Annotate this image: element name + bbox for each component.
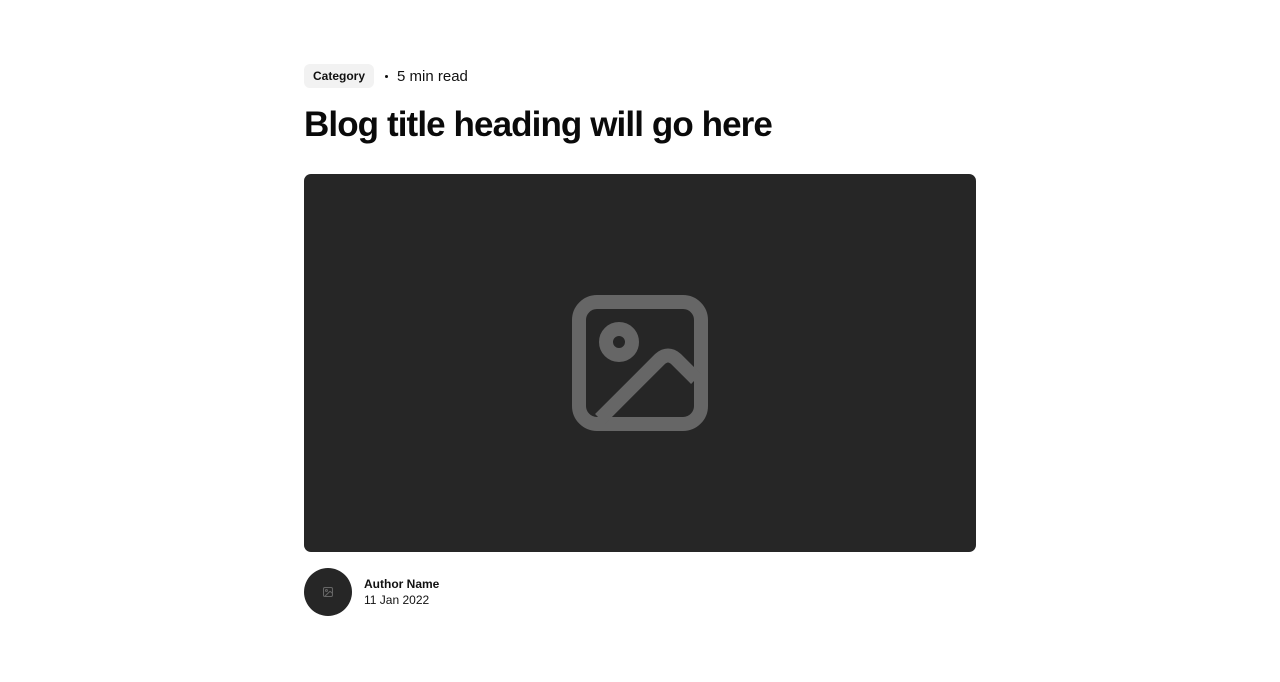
category-badge[interactable]: Category (304, 64, 375, 88)
blog-post-header: Category 5 min read Blog title heading w… (304, 64, 976, 616)
hero-image (304, 174, 976, 552)
image-placeholder-icon (572, 295, 708, 431)
image-placeholder-icon (323, 587, 333, 597)
post-meta: Category 5 min read (304, 64, 976, 88)
author-name[interactable]: Author Name (364, 576, 439, 592)
post-title: Blog title heading will go here (304, 105, 773, 144)
author-row: Author Name 11 Jan 2022 (304, 568, 976, 616)
avatar[interactable] (304, 568, 352, 616)
read-time: 5 min read (397, 67, 468, 85)
post-date: 11 Jan 2022 (364, 593, 430, 607)
author-info: Author Name 11 Jan 2022 (364, 576, 439, 608)
separator-dot (385, 74, 389, 78)
